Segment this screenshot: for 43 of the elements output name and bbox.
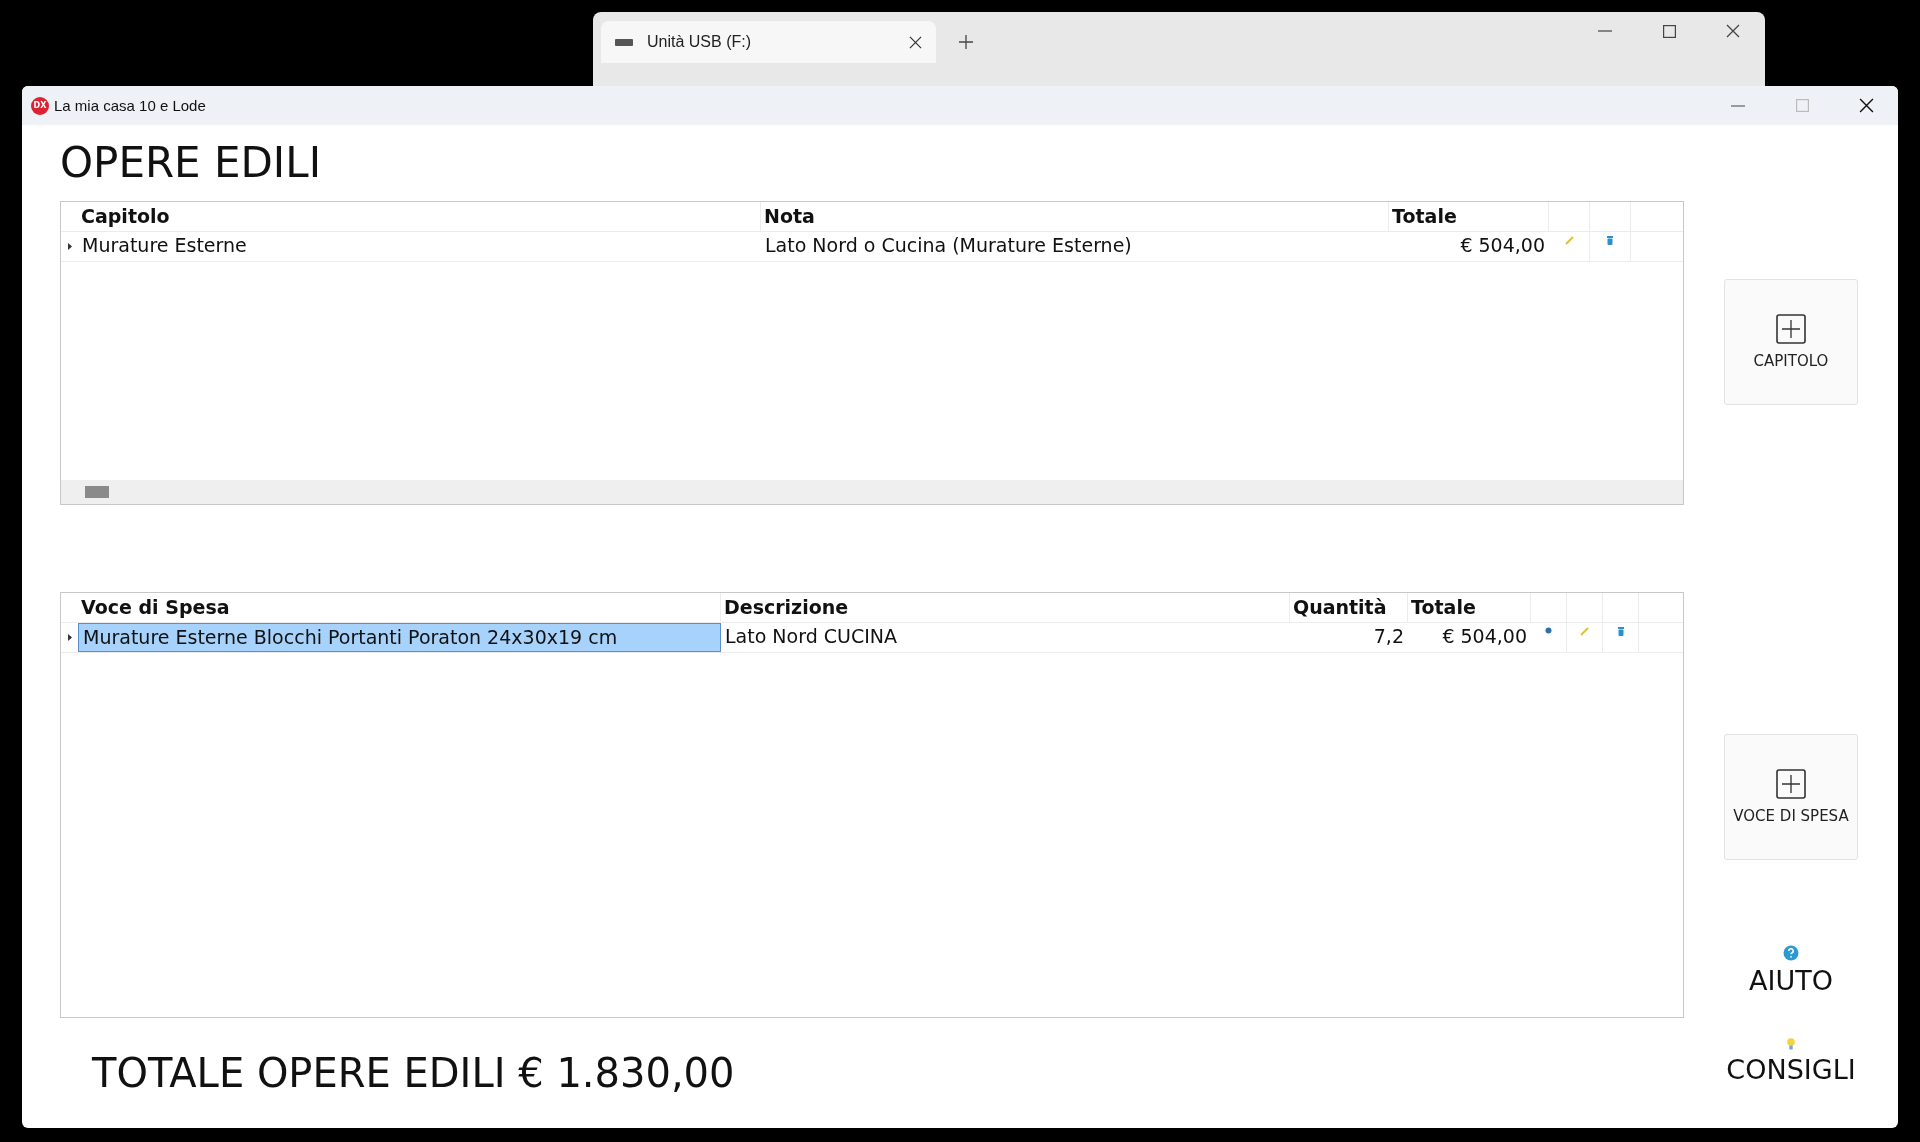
expand-arrow-icon[interactable] [67,243,72,250]
question-mark-icon [1783,945,1799,961]
maximize-icon[interactable] [1662,24,1676,38]
plus-square-icon [1776,314,1806,344]
browser-tab[interactable]: Unità USB (F:) [601,21,936,63]
drive-icon [615,38,633,46]
plus-square-icon [1776,769,1806,799]
column-header[interactable]: Nota [761,202,1389,231]
table-cell[interactable]: Murature Esterne Blocchi Portanti Poraton 24x30x19 cm [78,623,721,652]
add-button[interactable]: VOCE DI SPESA [1724,734,1858,860]
trash-icon[interactable] [1617,627,1624,636]
scrollbar-thumb[interactable] [85,486,109,498]
table-cell[interactable]: € 504,00 [1389,232,1549,261]
column-header[interactable]: Capitolo [78,202,761,231]
table-cell[interactable]: Murature Esterne [78,232,761,261]
horizontal-scrollbar[interactable] [61,480,1683,504]
app-logo: DX [31,96,49,115]
table-cell[interactable]: Lato Nord o Cucina (Murature Esterne) [761,232,1389,261]
lightbulb-icon [1787,1038,1795,1050]
dot-icon[interactable] [1545,627,1552,634]
close-icon[interactable] [1858,98,1874,113]
close-icon[interactable] [1726,24,1740,38]
link-button[interactable]: AIUTO [1749,945,1833,996]
expand-arrow-icon[interactable] [67,634,72,641]
plus-icon[interactable] [959,35,973,49]
column-header[interactable]: Totale [1408,593,1531,622]
column-header[interactable]: Voce di Spesa [78,593,721,622]
column-header[interactable]: Descrizione [721,593,1290,622]
table-cell[interactable]: € 504,00 [1408,623,1531,652]
pencil-icon[interactable] [1564,236,1574,245]
page-title: OPERE EDILI [60,137,323,189]
column-header[interactable]: Totale [1389,202,1549,231]
close-icon[interactable] [909,35,922,49]
table-cell[interactable]: Lato Nord CUCINA [721,623,1290,652]
window-title: La mia casa 10 e Lode [54,97,206,114]
table-cell[interactable]: 7,2 [1290,623,1408,652]
link-button[interactable]: CONSIGLI [1726,1038,1856,1085]
column-header[interactable]: Quantità [1290,593,1408,622]
add-button[interactable]: CAPITOLO [1724,279,1858,405]
minimize-icon[interactable] [1731,104,1745,107]
trash-icon[interactable] [1607,236,1613,245]
pencil-icon[interactable] [1580,627,1589,636]
total-label: TOTALE OPERE EDILI € 1.830,00 [91,1049,736,1098]
